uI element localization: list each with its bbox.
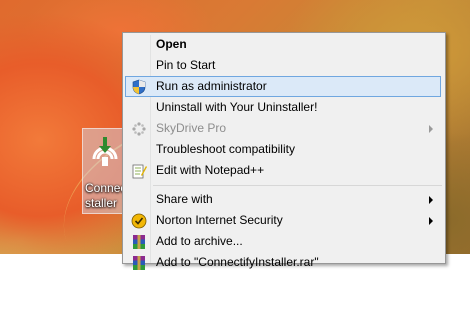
menu-item-skydrive-pro[interactable]: SkyDrive Pro xyxy=(125,118,441,139)
skydrive-icon xyxy=(132,122,146,136)
winrar-icon xyxy=(133,256,145,270)
menu-item-label: Add to "ConnectifyInstaller.rar" xyxy=(156,255,319,269)
winrar-icon xyxy=(133,235,145,249)
menu-item-open[interactable]: Open xyxy=(125,34,441,55)
connectify-installer-icon xyxy=(92,137,118,166)
menu-item-label: Norton Internet Security xyxy=(156,213,283,227)
menu-item-add-to-rar[interactable]: Add to "ConnectifyInstaller.rar" xyxy=(125,252,441,273)
menu-item-pin-to-start[interactable]: Pin to Start xyxy=(125,55,441,76)
menu-item-label: Add to archive... xyxy=(156,234,243,248)
submenu-arrow-icon xyxy=(429,217,433,225)
menu-item-label: Open xyxy=(156,37,187,51)
menu-item-uninstall[interactable]: Uninstall with Your Uninstaller! xyxy=(125,97,441,118)
menu-item-label: Pin to Start xyxy=(156,58,216,72)
menu-item-label: Share with xyxy=(156,192,213,206)
uac-shield-icon xyxy=(132,79,146,95)
menu-item-run-as-administrator[interactable]: Run as administrator xyxy=(125,76,441,97)
menu-item-troubleshoot-compatibility[interactable]: Troubleshoot compatibility xyxy=(125,139,441,160)
context-menu: Open Pin to Start Run as administrator U… xyxy=(122,32,446,270)
menu-item-add-to-archive[interactable]: Add to archive... xyxy=(125,231,441,252)
menu-item-label: Uninstall with Your Uninstaller! xyxy=(156,100,318,114)
submenu-arrow-icon xyxy=(429,196,433,204)
menu-item-label: Run as administrator xyxy=(156,79,267,93)
menu-item-edit-with-notepad-plus-plus[interactable]: Edit with Notepad++ xyxy=(125,160,441,181)
submenu-arrow-icon xyxy=(429,125,433,133)
menu-separator xyxy=(153,185,442,186)
notepad-plus-plus-icon xyxy=(132,164,147,179)
norton-icon xyxy=(131,213,147,229)
menu-item-share-with[interactable]: Share with xyxy=(125,189,441,210)
menu-item-label: Edit with Notepad++ xyxy=(156,163,265,177)
menu-item-label: Troubleshoot compatibility xyxy=(156,142,295,156)
menu-item-label: SkyDrive Pro xyxy=(156,121,227,135)
menu-item-norton-internet-security[interactable]: Norton Internet Security xyxy=(125,210,441,231)
